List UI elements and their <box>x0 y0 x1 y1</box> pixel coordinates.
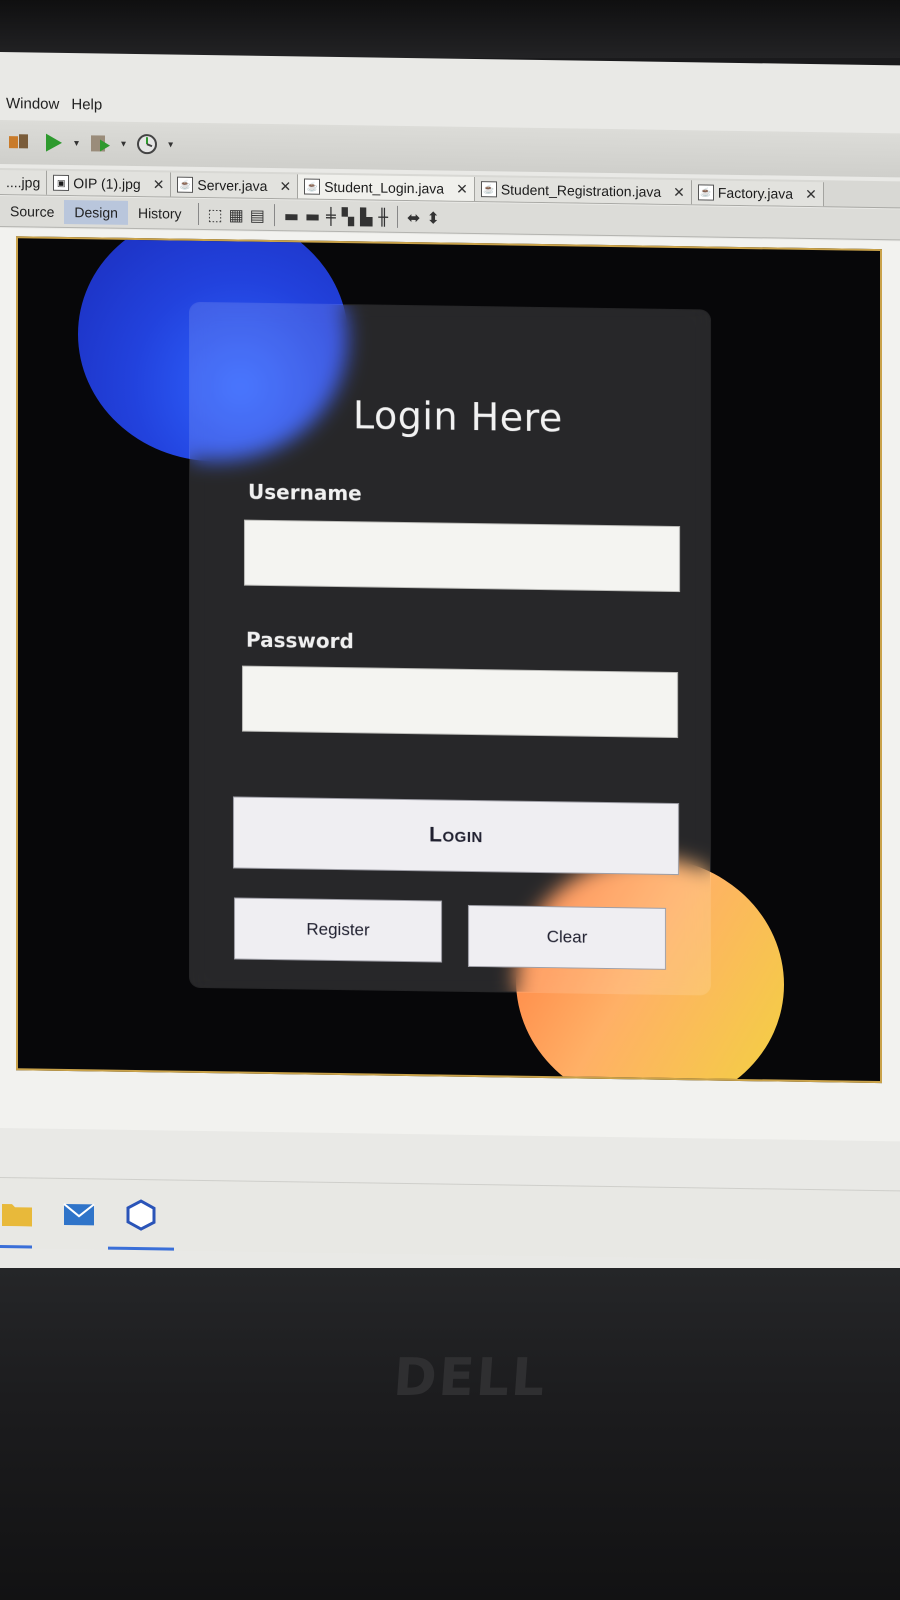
design-view-tab[interactable]: Design <box>64 199 128 225</box>
login-title: Login Here <box>353 393 563 441</box>
active-app-indicator <box>108 1246 174 1251</box>
tab-label: OIP (1).jpg <box>73 175 141 193</box>
username-input[interactable] <box>244 519 680 593</box>
chevron-down-icon[interactable]: ▾ <box>74 138 79 149</box>
divider <box>273 204 275 227</box>
menu-window[interactable]: Window <box>0 95 65 113</box>
java-file-icon: ☕ <box>304 178 321 195</box>
tab-label: ....jpg <box>6 174 41 191</box>
register-button[interactable]: Register <box>234 897 442 963</box>
monitor-brand-logo: DELL <box>391 1348 549 1408</box>
taskbar <box>0 1177 900 1262</box>
menu-help[interactable]: Help <box>65 95 108 113</box>
close-icon[interactable]: ✕ <box>456 180 468 197</box>
password-label: Password <box>246 627 354 654</box>
align-right-icon[interactable]: ▬ <box>305 206 320 225</box>
resize-vertical-icon[interactable]: ⬍ <box>426 208 439 227</box>
align-center-icon[interactable]: ╪ <box>326 206 336 225</box>
resize-horizontal-icon[interactable]: ⬌ <box>407 208 420 227</box>
history-view-tab[interactable]: History <box>128 201 192 226</box>
clear-button[interactable]: Clear <box>468 904 666 970</box>
netbeans-icon[interactable] <box>124 1198 158 1233</box>
tab-label: Student_Login.java <box>324 178 445 197</box>
monitor-bezel-top <box>0 0 900 58</box>
tab-oip-jpg[interactable]: ▣ OIP (1).jpg ✕ <box>47 170 172 197</box>
design-canvas: Login Here Username Password Login Regis… <box>0 228 900 1142</box>
monitor-bezel-bottom <box>0 1268 900 1600</box>
align-bottom-icon[interactable]: ▙ <box>360 207 372 226</box>
active-app-indicator <box>0 1245 32 1249</box>
tab-student-registration-java[interactable]: ☕ Student_Registration.java ✕ <box>474 177 692 205</box>
login-frame: Login Here Username Password Login Regis… <box>16 236 882 1084</box>
profile-icon[interactable] <box>134 131 160 157</box>
preview-design-icon[interactable]: ▤ <box>250 205 265 224</box>
align-middle-icon[interactable]: ╫ <box>378 207 388 226</box>
tab-student-login-java[interactable]: ☕ Student_Login.java ✕ <box>298 174 475 202</box>
connection-mode-icon[interactable]: ▦ <box>229 205 244 224</box>
close-icon[interactable]: ✕ <box>805 185 817 202</box>
login-button-label: Login <box>429 823 483 848</box>
image-file-icon: ▣ <box>53 174 70 192</box>
register-button-label: Register <box>306 919 370 940</box>
tab-server-java[interactable]: ☕ Server.java ✕ <box>171 172 299 199</box>
tab-jpg[interactable]: ....jpg <box>0 170 48 195</box>
close-icon[interactable]: ✕ <box>279 178 291 195</box>
divider <box>397 205 399 228</box>
selection-mode-icon[interactable]: ⬚ <box>208 205 223 224</box>
tab-label: Factory.java <box>717 184 794 202</box>
mail-icon[interactable] <box>62 1197 96 1232</box>
java-file-icon: ☕ <box>177 176 194 193</box>
java-file-icon: ☕ <box>697 184 714 201</box>
username-label: Username <box>248 479 362 506</box>
tab-factory-java[interactable]: ☕ Factory.java ✕ <box>691 180 824 207</box>
align-top-icon[interactable]: ▚ <box>342 207 354 226</box>
close-icon[interactable]: ✕ <box>153 176 165 193</box>
align-left-icon[interactable]: ▬ <box>284 206 299 225</box>
tab-label: Student_Registration.java <box>500 181 662 200</box>
divider <box>197 202 199 225</box>
java-file-icon: ☕ <box>480 181 497 198</box>
folder-icon[interactable] <box>0 1196 34 1231</box>
run-icon[interactable] <box>40 130 66 156</box>
clear-button-label: Clear <box>546 927 588 947</box>
chevron-down-icon[interactable]: ▾ <box>168 139 173 150</box>
build-icon[interactable] <box>87 130 113 156</box>
source-view-tab[interactable]: Source <box>0 199 64 224</box>
tab-label: Server.java <box>197 176 268 194</box>
password-input[interactable] <box>242 665 678 739</box>
screen: Window Help ▾ ▾ ▾ ....jpg ▣ OIP (1).jpg … <box>0 52 900 1284</box>
chevron-down-icon[interactable]: ▾ <box>121 138 126 149</box>
close-icon[interactable]: ✕ <box>673 183 685 200</box>
login-button[interactable]: Login <box>233 796 679 876</box>
project-icon[interactable] <box>6 129 32 155</box>
